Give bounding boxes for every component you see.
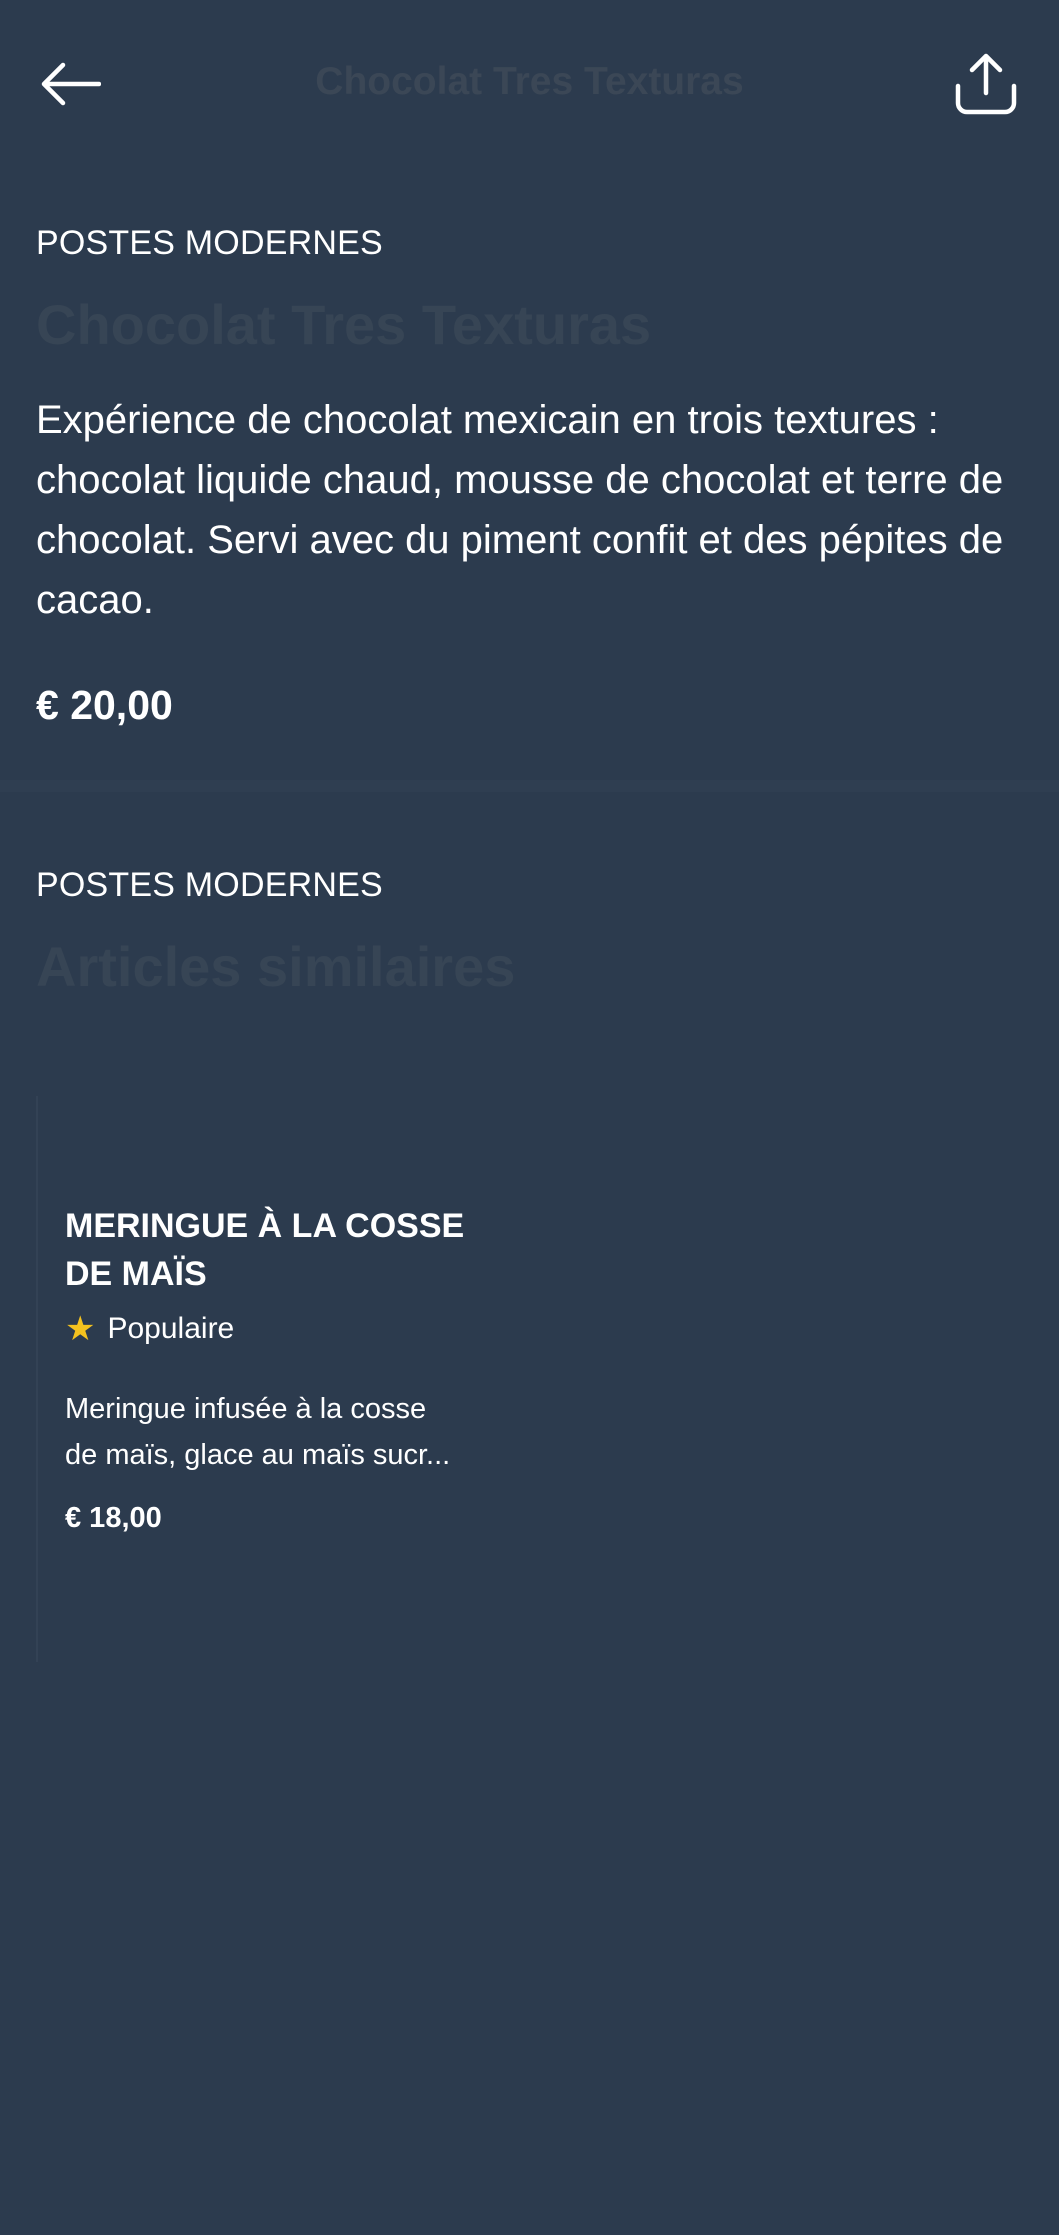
section-divider [0, 780, 1059, 792]
item-price: € 20,00 [36, 682, 173, 728]
similar-heading: Articles similaires [36, 935, 516, 998]
item-category: POSTES MODERNES [36, 224, 383, 262]
similar-item-card[interactable]: MERINGUE À LA COSSE DE MAÏS ★ Populaire … [36, 1096, 492, 1662]
similar-category: POSTES MODERNES [36, 866, 383, 904]
similar-item-title: MERINGUE À LA COSSE DE MAÏS [65, 1207, 465, 1293]
top-bar: Chocolat Tres Texturas [0, 0, 1059, 170]
similar-item-description-line: Meringue infusée à la cosse [65, 1393, 427, 1425]
share-icon [955, 53, 1017, 115]
back-button[interactable] [31, 44, 111, 124]
header-title: Chocolat Tres Texturas [315, 60, 744, 103]
similar-item-description-line: de maïs, glace au maïs sucr... [65, 1439, 451, 1471]
popular-badge-label: Populaire [107, 1312, 235, 1345]
item-description: Expérience de chocolat mexicain en trois… [36, 398, 1004, 622]
similar-item-description: Meringue infusée à la cosse de maïs, gla… [65, 1386, 485, 1478]
similar-item-price: € 18,00 [65, 1502, 162, 1534]
item-name: Chocolat Tres Texturas [36, 293, 652, 356]
arrow-left-icon [41, 62, 101, 106]
popular-badge: ★ Populaire [65, 1312, 234, 1346]
star-icon: ★ [65, 1310, 96, 1348]
share-button[interactable] [946, 44, 1026, 124]
